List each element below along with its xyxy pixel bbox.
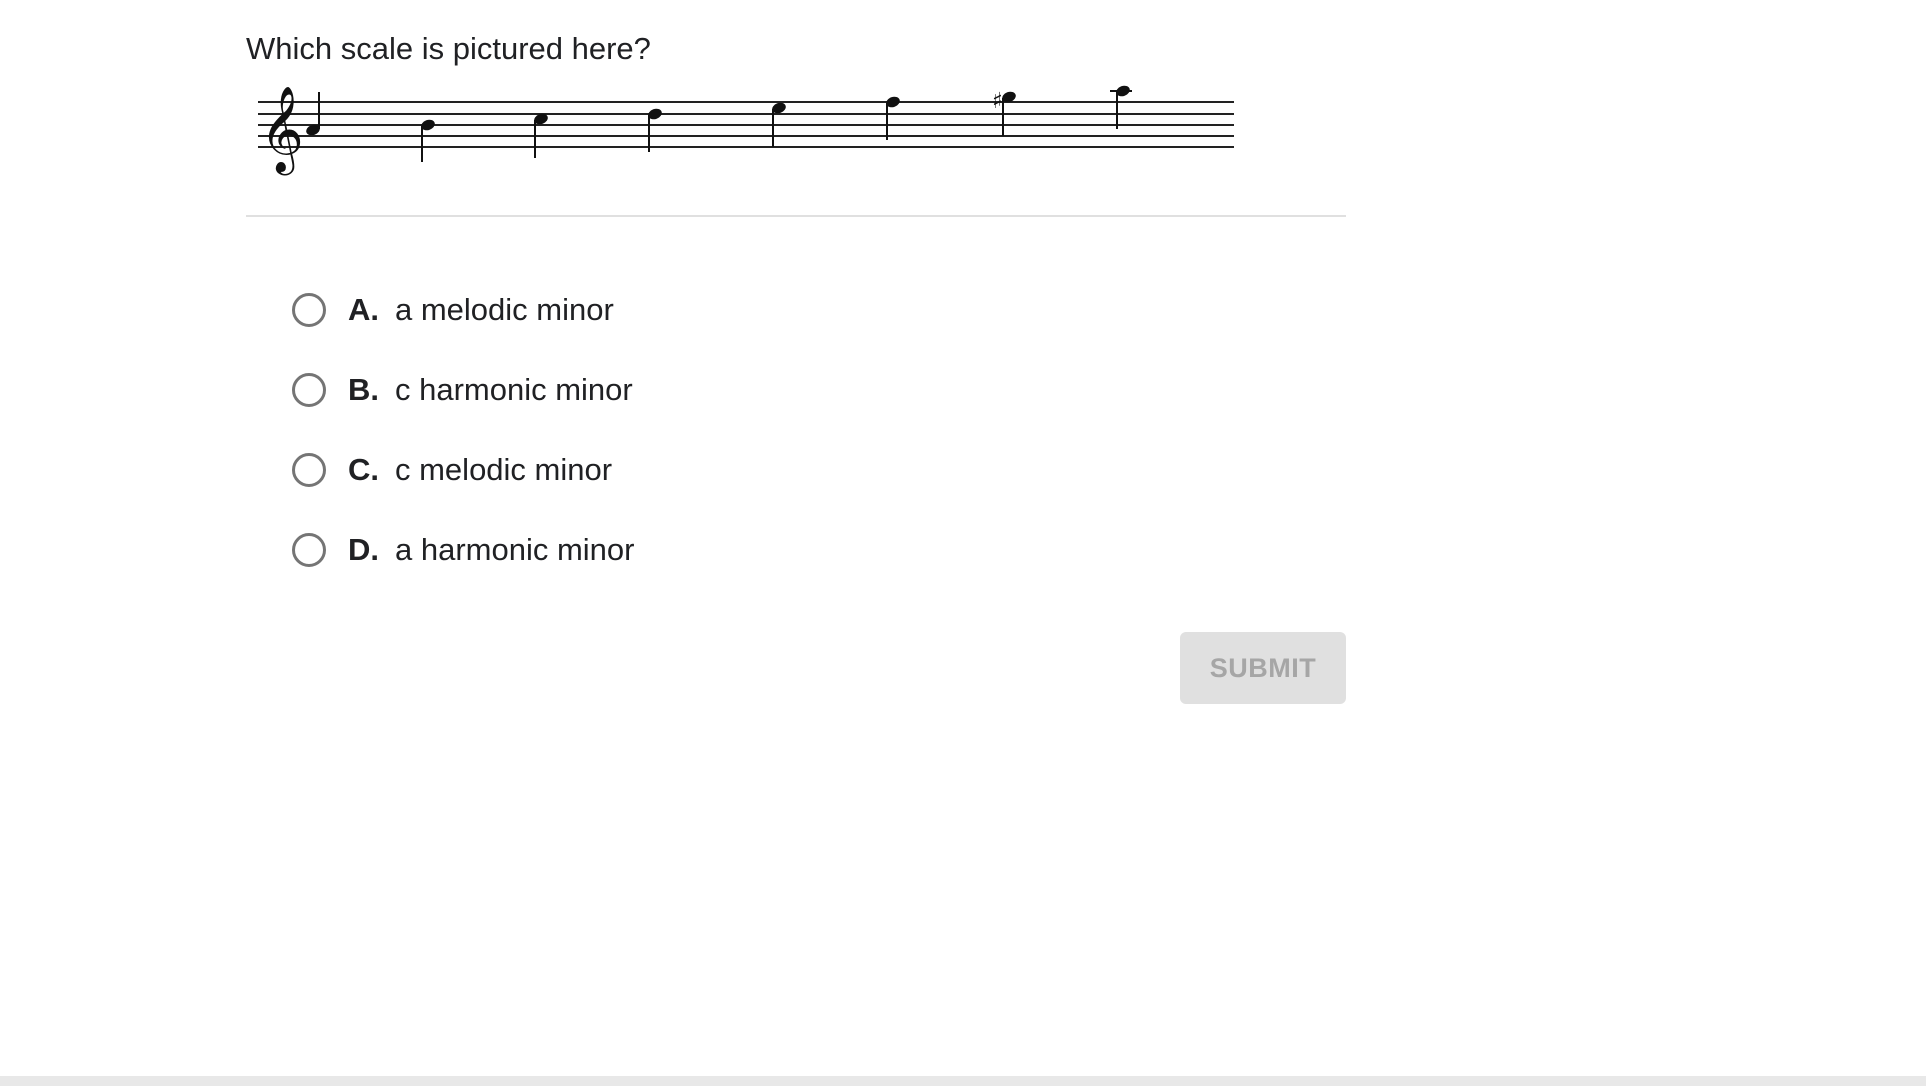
option-b[interactable]: B. c harmonic minor — [292, 350, 1192, 430]
divider — [246, 215, 1346, 217]
sharp-icon: ♯ — [992, 89, 1003, 114]
option-text: c harmonic minor — [395, 372, 633, 407]
music-staff: 𝄞 ♯ — [258, 85, 1234, 176]
bottom-scroll-bar — [0, 1076, 1926, 1086]
question-card: Which scale is pictured here? 𝄞 ♯ A. a m… — [246, 22, 1346, 704]
option-letter: D. — [348, 532, 379, 567]
radio-button-icon[interactable] — [292, 533, 326, 567]
music-staff-image: 𝄞 ♯ — [258, 78, 1238, 188]
note-g-sharp-5: ♯ — [992, 89, 1016, 136]
option-text: c melodic minor — [395, 452, 613, 487]
option-letter: B. — [348, 372, 379, 407]
note-d5 — [648, 108, 662, 152]
answer-options: A. a melodic minor B. c harmonic minor C… — [292, 270, 1192, 590]
treble-clef-icon: 𝄞 — [260, 86, 304, 176]
note-a5 — [1110, 85, 1132, 129]
question-text: Which scale is pictured here? — [246, 31, 651, 66]
radio-button-icon[interactable] — [292, 293, 326, 327]
submit-button[interactable]: SUBMIT — [1180, 632, 1346, 704]
option-letter: C. — [348, 452, 379, 487]
option-a[interactable]: A. a melodic minor — [292, 270, 1192, 350]
note-c5 — [534, 113, 548, 158]
option-d[interactable]: D. a harmonic minor — [292, 510, 1192, 590]
note-f5 — [886, 96, 900, 140]
radio-button-icon[interactable] — [292, 453, 326, 487]
radio-button-icon[interactable] — [292, 373, 326, 407]
option-text: a melodic minor — [395, 292, 614, 327]
option-letter: A. — [348, 292, 379, 327]
note-b4 — [421, 119, 435, 162]
note-e5 — [772, 102, 786, 147]
option-text: a harmonic minor — [395, 532, 635, 567]
option-c[interactable]: C. c melodic minor — [292, 430, 1192, 510]
